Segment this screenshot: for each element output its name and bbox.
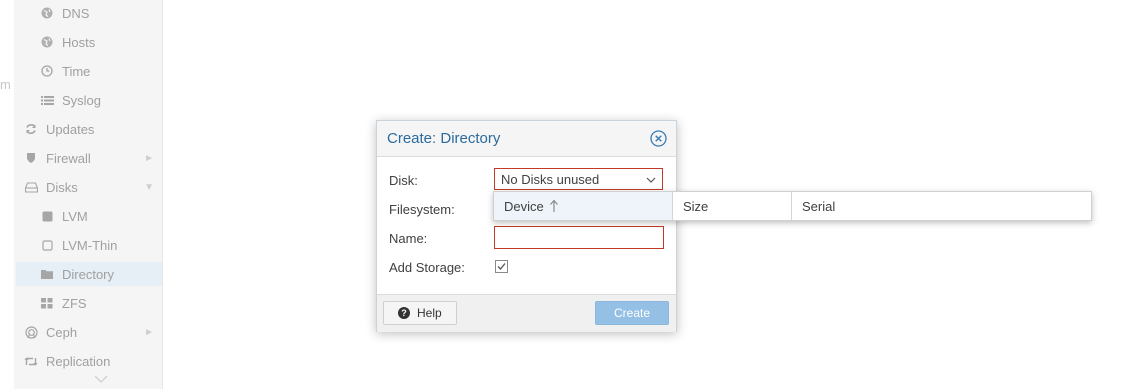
column-header-device[interactable]: Device bbox=[494, 192, 673, 220]
question-circle-icon: ? bbox=[398, 307, 410, 319]
sidebar-item-label: Disks bbox=[46, 179, 78, 195]
globe-icon bbox=[40, 6, 54, 20]
sidebar-item-replication[interactable]: Replication bbox=[16, 349, 162, 373]
sidebar-item-ceph[interactable]: Ceph ► bbox=[16, 320, 162, 344]
list-icon bbox=[40, 93, 54, 107]
sidebar-item-label: Replication bbox=[46, 353, 111, 369]
svg-text:?: ? bbox=[401, 308, 407, 318]
square-icon bbox=[40, 209, 54, 223]
sidebar-item-time[interactable]: Time bbox=[16, 59, 162, 83]
sidebar-item-label: DNS bbox=[62, 5, 90, 21]
sidebar-item-label: Syslog bbox=[62, 92, 102, 108]
chevron-down-icon: ▼ bbox=[144, 181, 154, 193]
column-header-label: Device bbox=[504, 198, 544, 214]
disk-select-value: No Disks unused bbox=[501, 172, 600, 187]
sidebar-item-label: Directory bbox=[62, 266, 115, 282]
name-label: Name: bbox=[389, 231, 428, 246]
column-header-serial[interactable]: Serial bbox=[792, 192, 1091, 220]
sidebar-item-label: Ceph bbox=[46, 324, 78, 340]
sidebar-item-syslog[interactable]: Syslog bbox=[16, 88, 162, 112]
globe-icon bbox=[40, 35, 54, 49]
sidebar-item-lvm[interactable]: LVM bbox=[16, 204, 162, 228]
column-header-label: Serial bbox=[802, 198, 836, 214]
dialog-title: Create: Directory bbox=[387, 130, 501, 147]
folder-icon bbox=[40, 267, 54, 281]
sidebar-item-lvm-thin[interactable]: LVM-Thin bbox=[16, 233, 162, 257]
add-storage-checkbox[interactable] bbox=[495, 260, 508, 273]
square-outline-icon bbox=[40, 238, 54, 252]
left-edge-strip: m bbox=[0, 0, 14, 389]
clock-icon bbox=[40, 64, 54, 78]
disk-label: Disk: bbox=[389, 173, 418, 188]
column-header-label: Size bbox=[683, 198, 709, 214]
hdd-icon bbox=[24, 180, 38, 194]
name-field[interactable] bbox=[494, 226, 664, 249]
sidebar-item-updates[interactable]: Updates bbox=[16, 117, 162, 141]
dialog-footer: ? Help Create bbox=[377, 294, 676, 332]
truncated-text: m bbox=[0, 77, 11, 92]
close-icon[interactable] bbox=[650, 130, 667, 147]
sidebar-item-zfs[interactable]: ZFS bbox=[16, 291, 162, 315]
sidebar-item-label: Firewall bbox=[46, 150, 91, 166]
chevron-down-icon[interactable] bbox=[646, 175, 656, 185]
create-directory-dialog: Create: Directory Disk: No Disks unused … bbox=[376, 120, 677, 332]
sidebar-item-disks[interactable]: Disks ▼ bbox=[16, 175, 162, 199]
help-button[interactable]: ? Help bbox=[383, 301, 457, 325]
sort-ascending-icon bbox=[549, 199, 558, 212]
sidebar-item-label: Updates bbox=[46, 121, 95, 137]
sidebar-item-hosts[interactable]: Hosts bbox=[16, 30, 162, 54]
add-storage-label: Add Storage: bbox=[389, 260, 465, 275]
disk-select[interactable]: No Disks unused bbox=[494, 168, 663, 190]
sidebar-item-label: LVM-Thin bbox=[62, 237, 118, 253]
sidebar-item-label: Hosts bbox=[62, 34, 96, 50]
sidebar-item-label: LVM bbox=[62, 208, 88, 224]
dialog-header: Create: Directory bbox=[377, 121, 676, 157]
sidebar-item-label: ZFS bbox=[62, 295, 87, 311]
chevron-right-icon: ► bbox=[144, 152, 154, 164]
column-header-size[interactable]: Size bbox=[673, 192, 792, 220]
ceph-icon bbox=[24, 325, 38, 339]
sidebar-item-directory[interactable]: Directory bbox=[16, 262, 162, 286]
refresh-icon bbox=[24, 122, 38, 136]
retweet-icon bbox=[24, 354, 38, 368]
sidebar-item-firewall[interactable]: Firewall ► bbox=[16, 146, 162, 170]
create-button[interactable]: Create bbox=[595, 301, 669, 325]
sidebar-nav: DNS Hosts Time Syslog Updates Firewall ► bbox=[14, 0, 163, 389]
sidebar-item-label: Time bbox=[62, 63, 91, 79]
filesystem-label: Filesystem: bbox=[389, 202, 455, 217]
chevron-down-icon[interactable] bbox=[94, 374, 108, 384]
sidebar-item-dns[interactable]: DNS bbox=[16, 1, 162, 25]
shield-icon bbox=[24, 151, 38, 165]
disk-picker-grid: Device Size Serial bbox=[493, 191, 1092, 221]
chevron-right-icon: ► bbox=[144, 326, 154, 338]
grid-icon bbox=[40, 296, 54, 310]
help-button-label: Help bbox=[417, 306, 442, 320]
